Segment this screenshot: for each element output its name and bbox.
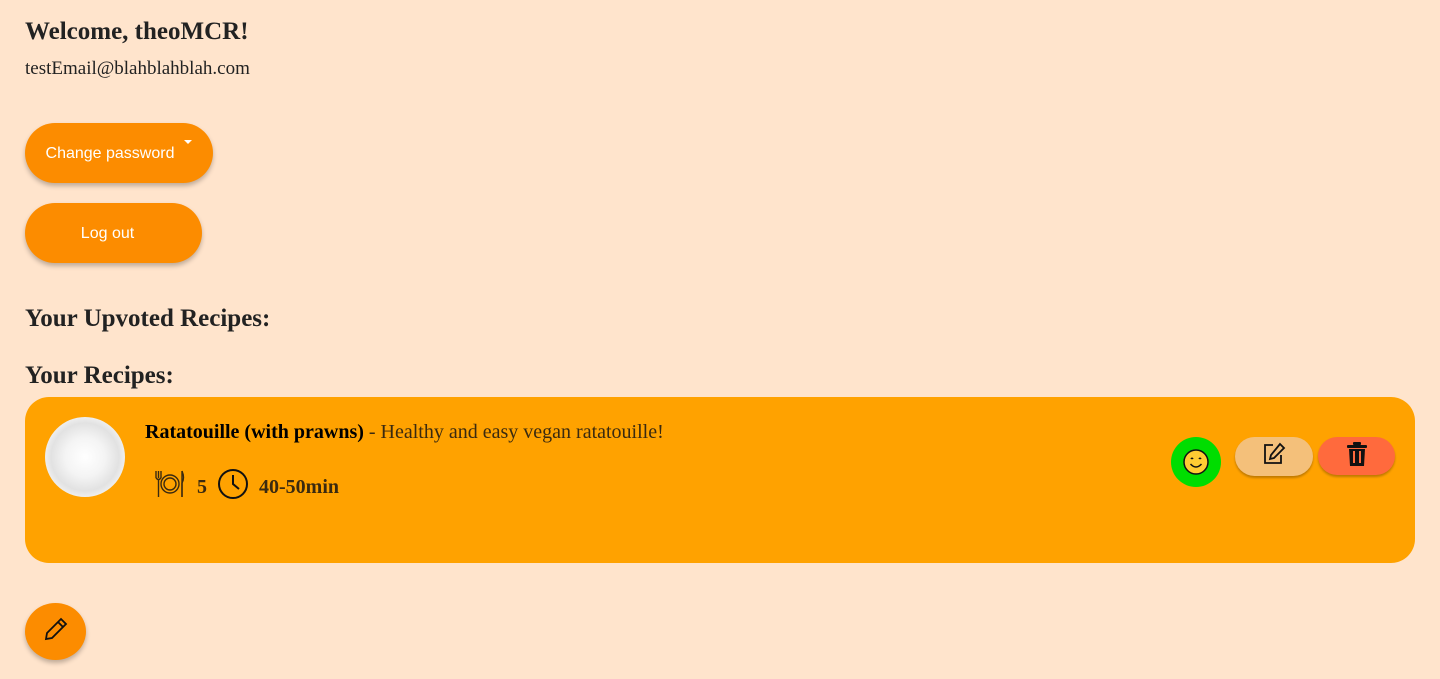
trash-icon — [1346, 441, 1368, 472]
profile-page: Welcome, theoMCR! testEmail@blahblahblah… — [0, 0, 1440, 679]
upvoted-recipes-heading: Your Upvoted Recipes: — [25, 305, 271, 332]
recipe-description: - Healthy and easy vegan ratatouille! — [363, 421, 664, 443]
user-email: testEmail@blahblahblah.com — [25, 58, 250, 79]
servings-count: 5 — [197, 475, 207, 498]
log-out-button[interactable]: Log out — [25, 203, 202, 263]
cook-time: 40-50min — [259, 475, 339, 498]
create-recipe-button[interactable] — [25, 603, 86, 660]
log-out-label: Log out — [80, 225, 135, 242]
your-recipes-heading: Your Recipes: — [25, 362, 174, 389]
recipe-card[interactable]: Ratatouille (with prawns) - Healthy and … — [25, 397, 1415, 563]
recipe-meta: 5 40-50min — [153, 467, 339, 507]
plate-icon — [45, 417, 125, 497]
caret-down-icon — [184, 140, 192, 144]
edit-recipe-button[interactable] — [1235, 437, 1313, 476]
welcome-heading: Welcome, theoMCR! — [25, 18, 249, 45]
pencil-icon — [43, 616, 69, 647]
delete-recipe-button[interactable] — [1318, 437, 1395, 475]
smiley-face-icon — [1171, 437, 1221, 487]
clock-icon — [217, 468, 249, 506]
edit-icon — [1261, 441, 1287, 472]
change-password-button[interactable]: Change password — [25, 123, 213, 183]
recipe-title-line: Ratatouille (with prawns) - Healthy and … — [145, 421, 664, 444]
plate-cutlery-icon — [153, 467, 187, 507]
recipe-name[interactable]: Ratatouille (with prawns) — [145, 421, 364, 443]
change-password-label: Change password — [45, 145, 175, 162]
